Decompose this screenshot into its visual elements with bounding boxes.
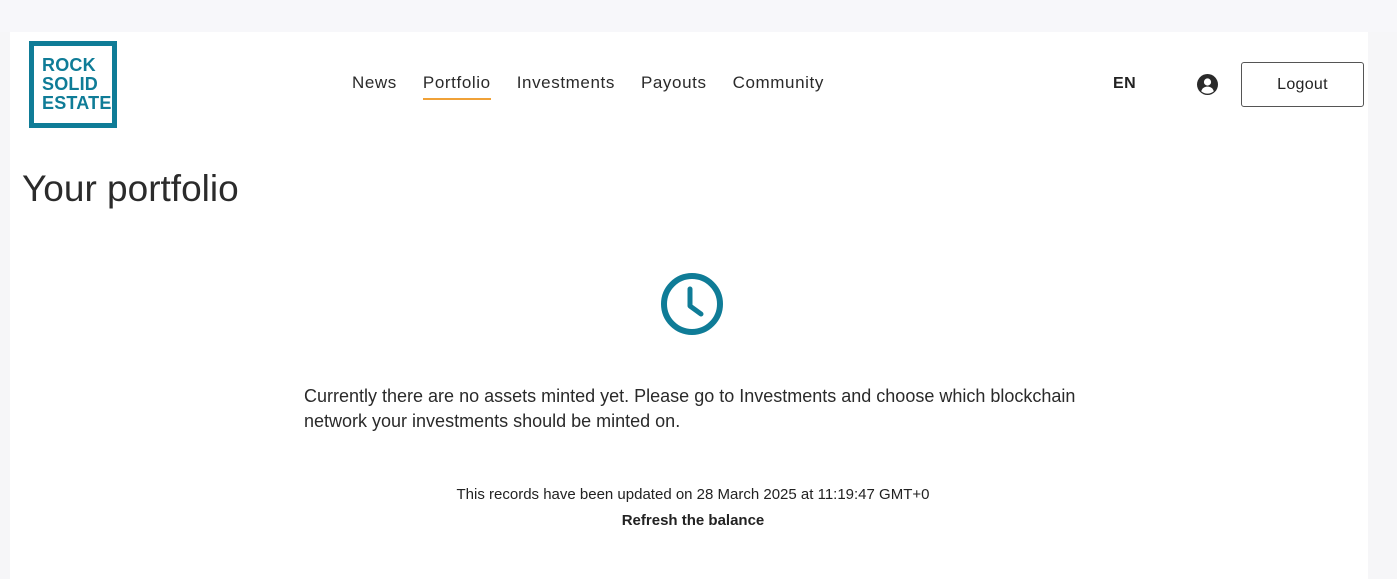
top-strip (0, 0, 1397, 32)
last-updated-text: This records have been updated on 28 Mar… (456, 486, 930, 503)
logout-button[interactable]: Logout (1241, 62, 1364, 107)
logo[interactable]: ROCK SOLID ESTATE (29, 41, 117, 128)
page-title: Your portfolio (22, 168, 239, 209)
logo-line-1: ROCK (42, 55, 96, 75)
clock-icon (660, 272, 724, 336)
refresh-balance-link[interactable]: Refresh the balance (622, 512, 765, 529)
main-nav: News Portfolio Investments Payouts Commu… (352, 73, 824, 100)
nav-item-news[interactable]: News (352, 73, 397, 100)
nav-item-portfolio[interactable]: Portfolio (422, 73, 491, 100)
nav-item-investments[interactable]: Investments (517, 73, 615, 100)
nav-item-payouts[interactable]: Payouts (641, 73, 707, 100)
nav-item-community[interactable]: Community (733, 73, 824, 100)
user-circle-icon[interactable] (1197, 74, 1218, 95)
logo-line-2: SOLID (42, 74, 99, 94)
empty-state-message: Currently there are no assets minted yet… (304, 386, 1076, 431)
logo-line-3: ESTATE (42, 93, 112, 113)
refresh-balance-link-row: Refresh the balance (0, 512, 1386, 529)
language-selector[interactable]: EN (1113, 75, 1136, 93)
